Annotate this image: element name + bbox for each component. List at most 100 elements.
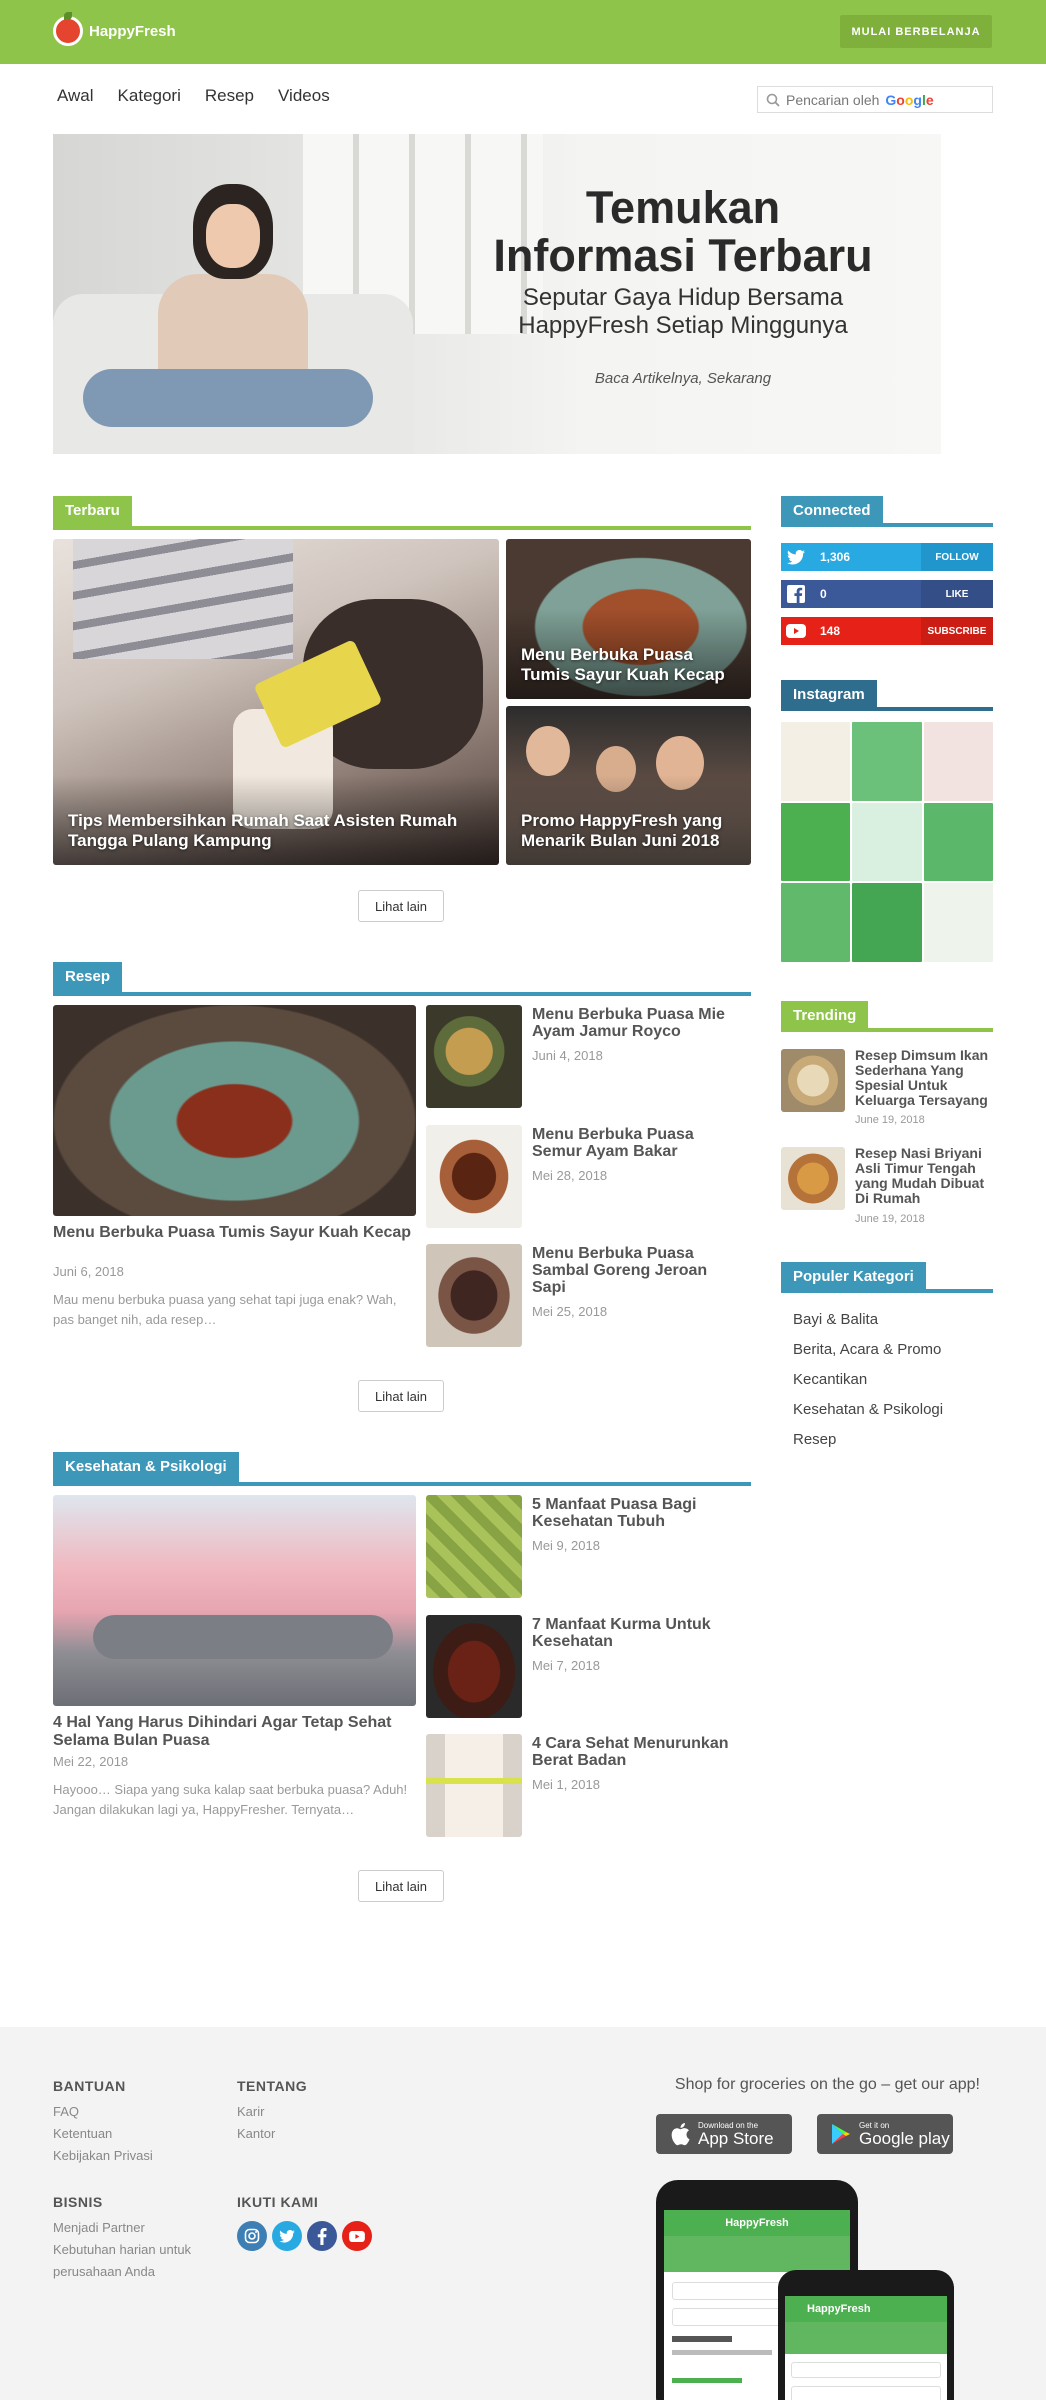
sidebar-label: Connected	[781, 496, 883, 526]
health-title[interactable]: 7 Manfaat Kurma Untuk Kesehatan	[532, 1616, 742, 1650]
tomato-logo-icon	[53, 12, 83, 46]
main-nav: Awal Kategori Resep Videos	[57, 86, 354, 106]
footer-heading-tentang: TENTANG	[237, 2078, 308, 2094]
instagram-icon[interactable]	[237, 2221, 267, 2251]
banner-subtitle: Seputar Gaya Hidup Bersama HappyFresh Se…	[518, 284, 848, 339]
instagram-post[interactable]	[923, 883, 993, 962]
health-thumb-weight[interactable]	[426, 1734, 522, 1837]
nav-item-kategori[interactable]: Kategori	[118, 86, 181, 106]
recipe-title[interactable]: Menu Berbuka Puasa Mie Ayam Jamur Royco	[532, 1006, 742, 1040]
health-date: Mei 1, 2018	[532, 1777, 600, 1792]
instagram-post[interactable]	[923, 802, 993, 882]
recipe-thumb-mie[interactable]	[426, 1005, 522, 1108]
youtube-subscribe-row[interactable]: 148 SUBSCRIBE	[781, 617, 993, 645]
nav-item-videos[interactable]: Videos	[278, 86, 330, 106]
category-link-kecantikan[interactable]: Kecantikan	[793, 1371, 867, 1388]
facebook-like-row[interactable]: 0 LIKE	[781, 580, 993, 608]
recipe-date: Juni 4, 2018	[532, 1048, 603, 1063]
banner-tagline: Baca Artikelnya, Sekarang	[594, 370, 772, 387]
see-more-terbaru-button[interactable]: Lihat lain	[358, 890, 444, 922]
google-play-button[interactable]: Get it on Google play	[817, 2114, 953, 2154]
logo-text: HappyFresh	[89, 22, 176, 40]
phone-green-band	[664, 2236, 850, 2272]
section-label: Resep	[53, 962, 123, 992]
recipe-thumb-sambal[interactable]	[426, 1244, 522, 1347]
category-link-resep[interactable]: Resep	[793, 1431, 836, 1448]
kesehatan-main-title[interactable]: 4 Hal Yang Harus Dihindari Agar Tetap Se…	[53, 1714, 413, 1750]
trending-title[interactable]: Resep Dimsum Ikan Sederhana Yang Spesial…	[855, 1048, 995, 1108]
footer-link-kantor[interactable]: Kantor	[237, 2123, 275, 2145]
article-card-promo[interactable]: Promo HappyFresh yang Menarik Bulan Juni…	[506, 706, 751, 865]
twitter-icon[interactable]	[272, 2221, 302, 2251]
measuring-tape	[426, 1778, 522, 1784]
see-more-kesehatan-button[interactable]: Lihat lain	[358, 1870, 444, 1902]
trending-date: June 19, 2018	[855, 1114, 925, 1126]
resep-main-image[interactable]	[53, 1005, 416, 1216]
facebook-icon[interactable]	[307, 2221, 337, 2251]
instagram-post[interactable]	[923, 722, 993, 801]
twitter-count: 1,306	[820, 550, 851, 564]
trending-thumb-briyani[interactable]	[781, 1147, 845, 1210]
health-title[interactable]: 5 Manfaat Puasa Bagi Kesehatan Tubuh	[532, 1496, 742, 1530]
recipe-title[interactable]: Menu Berbuka Puasa Semur Ayam Bakar	[532, 1126, 742, 1160]
footer-link-korporat[interactable]: Kebutuhan harian untuk perusahaan Anda	[53, 2239, 223, 2283]
nav-item-resep[interactable]: Resep	[205, 86, 254, 106]
see-more-resep-button[interactable]: Lihat lain	[358, 1380, 444, 1412]
section-tab-kesehatan: Kesehatan & Psikologi	[53, 1452, 239, 1482]
article-card-cleaning[interactable]: Tips Membersihkan Rumah Saat Asisten Rum…	[53, 539, 499, 865]
category-link-berita[interactable]: Berita, Acara & Promo	[793, 1341, 941, 1358]
trending-title[interactable]: Resep Nasi Briyani Asli Timur Tengah yan…	[855, 1146, 995, 1206]
footer-link-faq[interactable]: FAQ	[53, 2101, 79, 2123]
phone-appbar: HappyFresh	[785, 2296, 947, 2322]
health-thumb-ketupat[interactable]	[426, 1495, 522, 1598]
instagram-post[interactable]	[781, 722, 851, 801]
health-date: Mei 7, 2018	[532, 1658, 600, 1673]
nav-item-awal[interactable]: Awal	[57, 86, 94, 106]
footer-heading-bantuan: BANTUAN	[53, 2078, 126, 2094]
instagram-post[interactable]	[852, 883, 922, 962]
youtube-icon	[781, 624, 811, 638]
kesehatan-main-image[interactable]	[53, 1495, 416, 1706]
sidebar-divider	[781, 1028, 993, 1032]
instagram-post[interactable]	[852, 802, 922, 882]
twitter-follow-row[interactable]: 1,306 FOLLOW	[781, 543, 993, 571]
resep-main-title[interactable]: Menu Berbuka Puasa Tumis Sayur Kuah Keca…	[53, 1224, 413, 1242]
search-input[interactable]: Pencarian oleh Google	[757, 86, 993, 113]
start-shopping-button[interactable]: MULAI BERBELANJA	[840, 15, 992, 48]
happyfresh-logo[interactable]: HappyFresh	[53, 12, 176, 46]
facebook-icon	[781, 585, 811, 603]
footer-link-karir[interactable]: Karir	[237, 2101, 264, 2123]
health-thumb-kurma[interactable]	[426, 1615, 522, 1718]
health-title[interactable]: 4 Cara Sehat Menurunkan Berat Badan	[532, 1735, 742, 1769]
section-label: Terbaru	[53, 496, 132, 526]
category-link-kesehatan[interactable]: Kesehatan & Psikologi	[793, 1401, 943, 1418]
legs-shape	[93, 1615, 393, 1659]
section-label: Kesehatan & Psikologi	[53, 1452, 239, 1482]
footer-link-ketentuan[interactable]: Ketentuan	[53, 2123, 112, 2145]
footer-heading-ikuti: IKUTI KAMI	[237, 2194, 319, 2210]
search-placeholder: Pencarian oleh	[786, 91, 880, 108]
footer-link-partner[interactable]: Menjadi Partner	[53, 2217, 145, 2239]
kesehatan-main-date: Mei 22, 2018	[53, 1754, 129, 1769]
google-play-icon	[832, 2124, 850, 2144]
sidebar-tab-trending: Trending	[781, 1001, 869, 1031]
app-promo-heading: Shop for groceries on the go – get our a…	[674, 2076, 980, 2093]
app-store-button[interactable]: Download on the App Store	[656, 2114, 792, 2154]
article-card-tumis[interactable]: Menu Berbuka Puasa Tumis Sayur Kuah Keca…	[506, 539, 751, 699]
instagram-post[interactable]	[852, 722, 922, 801]
hero-banner[interactable]: Temukan Informasi Terbaru Seputar Gaya H…	[53, 134, 941, 454]
recipe-title[interactable]: Menu Berbuka Puasa Sambal Goreng Jeroan …	[532, 1245, 742, 1296]
youtube-count: 148	[820, 624, 841, 638]
facebook-like-button[interactable]: LIKE	[921, 580, 993, 608]
apple-icon	[671, 2123, 690, 2146]
recipe-thumb-semur[interactable]	[426, 1125, 522, 1228]
top-header: HappyFresh MULAI BERBELANJA	[0, 0, 1046, 64]
youtube-subscribe-button[interactable]: SUBSCRIBE	[921, 617, 993, 645]
footer-link-privasi[interactable]: Kebijakan Privasi	[53, 2145, 153, 2167]
youtube-icon[interactable]	[342, 2221, 372, 2251]
category-link-bayi[interactable]: Bayi & Balita	[793, 1311, 878, 1328]
instagram-post[interactable]	[781, 802, 851, 882]
twitter-follow-button[interactable]: FOLLOW	[921, 543, 993, 571]
trending-thumb-dimsum[interactable]	[781, 1049, 845, 1112]
instagram-post[interactable]	[781, 883, 851, 962]
